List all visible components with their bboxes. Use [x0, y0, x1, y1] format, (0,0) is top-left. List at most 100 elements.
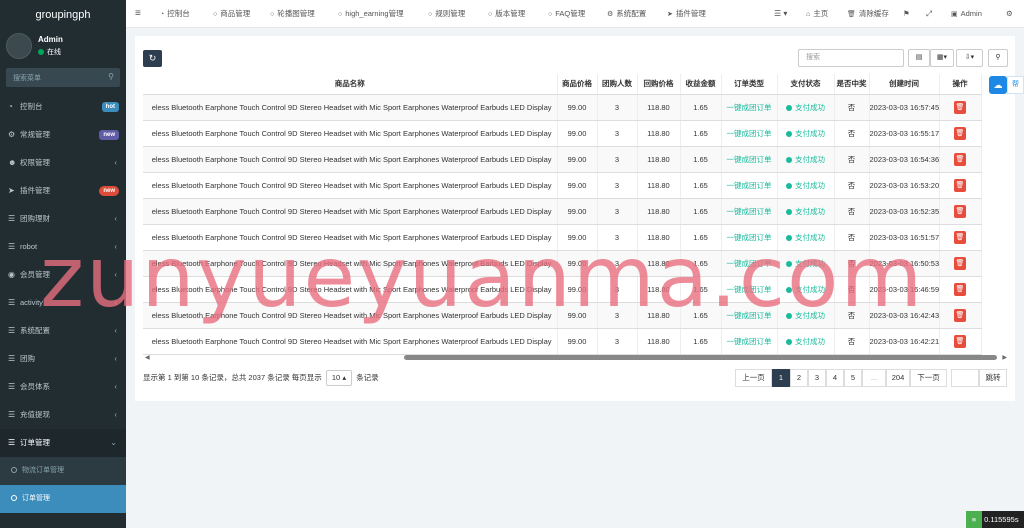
order-type-cell: 一键成团订单: [721, 94, 778, 121]
delete-button[interactable]: 🗑: [954, 282, 966, 296]
order-type[interactable]: 一键成团订单: [727, 337, 772, 346]
page-button[interactable]: 1: [772, 369, 790, 387]
toggle-view-button[interactable]: ▤: [908, 49, 930, 67]
horizontal-scrollbar[interactable]: ◀ ▶: [143, 354, 1007, 362]
sidebar-item[interactable]: ☰ 系统配置 ‹: [0, 317, 126, 345]
jump-button[interactable]: 跳转: [979, 369, 1007, 387]
top-navbar: ≡ ◔ 控制台 ○ 商品管理 ○ 轮播图管理 ○ high_earning管理 ○ 规则管理 ○ 版本…: [126, 0, 1024, 28]
sidebar-toggle-icon[interactable]: ≡: [135, 0, 141, 28]
sidebar-item[interactable]: ☰ 充值提现 ‹: [0, 401, 126, 429]
order-type[interactable]: 一键成团订单: [727, 259, 772, 268]
column-header[interactable]: 支付状态: [777, 74, 835, 95]
page-size-select[interactable]: 10 ▴: [325, 370, 353, 387]
column-header[interactable]: 订单类型: [721, 74, 778, 95]
brand-logo[interactable]: groupingph: [0, 0, 126, 30]
top-tab[interactable]: ○ high_earning管理: [338, 0, 404, 28]
scroll-right-icon[interactable]: ▶: [1002, 354, 1007, 361]
sidebar-item[interactable]: ⚙ 常规管理 new: [0, 121, 126, 149]
delete-button[interactable]: 🗑: [954, 178, 966, 192]
order-type[interactable]: 一键成团订单: [727, 311, 772, 320]
order-type[interactable]: 一键成团订单: [727, 181, 772, 190]
column-header[interactable]: 创建时间: [869, 74, 940, 95]
column-header[interactable]: 是否中奖: [834, 74, 870, 95]
table-cell: 1.65: [680, 146, 722, 173]
sidebar-item[interactable]: ☰ activity ‹: [0, 289, 126, 317]
sidebar-item[interactable]: ◔ 控制台 hot: [0, 93, 126, 121]
admin-menu[interactable]: ▣ Admin: [951, 0, 982, 28]
top-tab[interactable]: ○ 规则管理: [428, 0, 465, 28]
language-icon[interactable]: ⚑: [903, 0, 910, 28]
sidebar-item[interactable]: ☻ 权限管理 ‹: [0, 149, 126, 177]
float-help-widget[interactable]: ☁ 帮: [989, 76, 1024, 94]
page-button[interactable]: 204: [886, 369, 910, 387]
order-type[interactable]: 一键成团订单: [727, 285, 772, 294]
product-name-cell: eless Bluetooth Earphone Touch Control 9…: [143, 250, 558, 277]
clear-cache-button[interactable]: 🗑 清除缓存: [847, 0, 889, 28]
jump-page-input[interactable]: [951, 369, 979, 387]
sidebar-search-input[interactable]: 搜索菜单 ⚲: [6, 68, 120, 87]
top-tab[interactable]: ○ 轮播图管理: [270, 0, 315, 28]
column-header[interactable]: 商品价格: [557, 74, 598, 95]
order-type[interactable]: 一键成团订单: [727, 207, 772, 216]
delete-button[interactable]: 🗑: [954, 230, 966, 244]
refresh-button[interactable]: ↻: [143, 50, 162, 67]
fullscreen-icon[interactable]: ⤢: [926, 0, 932, 28]
column-header[interactable]: 商品名称: [143, 74, 558, 95]
column-header[interactable]: 操作: [939, 74, 982, 95]
scroll-left-icon[interactable]: ◀: [145, 354, 150, 361]
page-button[interactable]: 3: [808, 369, 826, 387]
order-type[interactable]: 一键成团订单: [727, 233, 772, 242]
table-cell: 99.00: [557, 224, 598, 251]
delete-button[interactable]: 🗑: [954, 152, 966, 166]
delete-button[interactable]: 🗑: [954, 204, 966, 218]
top-tab[interactable]: ○ 商品管理: [213, 0, 250, 28]
delete-button[interactable]: 🗑: [954, 256, 966, 270]
top-tab[interactable]: ○ 版本管理: [488, 0, 525, 28]
column-header[interactable]: 回购价格: [637, 74, 681, 95]
product-name-cell: eless Bluetooth Earphone Touch Control 9…: [143, 224, 558, 251]
order-type[interactable]: 一键成团订单: [727, 155, 772, 164]
order-type[interactable]: 一键成团订单: [727, 103, 772, 112]
sidebar-item[interactable]: ➤ 插件管理 new: [0, 177, 126, 205]
home-link[interactable]: ⌂ 主页: [806, 0, 828, 28]
dashboard-icon: ◔: [160, 11, 165, 18]
advanced-search-button[interactable]: ⚲: [988, 49, 1008, 67]
order-type[interactable]: 一键成团订单: [727, 129, 772, 138]
export-dropdown-button[interactable]: ⇩▾: [956, 49, 983, 67]
top-tab[interactable]: ➤ 插件管理: [667, 0, 706, 28]
prev-page-button[interactable]: 上一页: [735, 369, 772, 387]
sidebar-item[interactable]: ☰ 团购理财 ‹: [0, 205, 126, 233]
sidebar-subitem[interactable]: 物流订单管理: [0, 457, 126, 485]
top-tab[interactable]: ○ FAQ管理: [548, 0, 585, 28]
table-cell: 否: [834, 302, 870, 329]
delete-button[interactable]: 🗑: [954, 100, 966, 114]
sidebar-item[interactable]: ◉ 会员管理 ‹: [0, 261, 126, 289]
sidebar-item[interactable]: ☰ 会员体系 ‹: [0, 373, 126, 401]
scrollbar-thumb[interactable]: [404, 355, 997, 360]
page-button[interactable]: ...: [862, 369, 886, 387]
delete-button[interactable]: 🗑: [954, 126, 966, 140]
sidebar-item[interactable]: ☰ 订单管理 ⌄: [0, 429, 126, 457]
sidebar-item[interactable]: ☰ robot ‹: [0, 233, 126, 261]
settings-gear-icon[interactable]: ⚙: [1006, 0, 1013, 28]
sidebar-badge: new: [99, 186, 119, 196]
page-button[interactable]: 4: [826, 369, 844, 387]
tabs-dropdown-button[interactable]: ☰ ▾: [774, 0, 787, 28]
sidebar-item[interactable]: ☰ 团购 ‹: [0, 345, 126, 373]
pay-status-cell: 支付成功: [777, 302, 835, 329]
page-button[interactable]: 5: [844, 369, 862, 387]
table-row: eless Bluetooth Earphone Touch Control 9…: [143, 120, 982, 147]
table-cell: 否: [834, 276, 870, 303]
table-search-input[interactable]: 搜索: [798, 49, 904, 67]
columns-dropdown-button[interactable]: ▦▾: [930, 49, 954, 67]
top-tab[interactable]: ◔ 控制台: [160, 0, 190, 28]
column-header[interactable]: 团购人数: [597, 74, 638, 95]
delete-button[interactable]: 🗑: [954, 308, 966, 322]
delete-button[interactable]: 🗑: [954, 334, 966, 348]
sidebar-subitem[interactable]: 订单管理: [0, 485, 126, 513]
column-header[interactable]: 收益金额: [680, 74, 722, 95]
operate-cell: 🗑: [939, 172, 982, 199]
top-tab[interactable]: ⚙ 系统配置: [607, 0, 646, 28]
page-button[interactable]: 2: [790, 369, 808, 387]
next-page-button[interactable]: 下一页: [910, 369, 947, 387]
